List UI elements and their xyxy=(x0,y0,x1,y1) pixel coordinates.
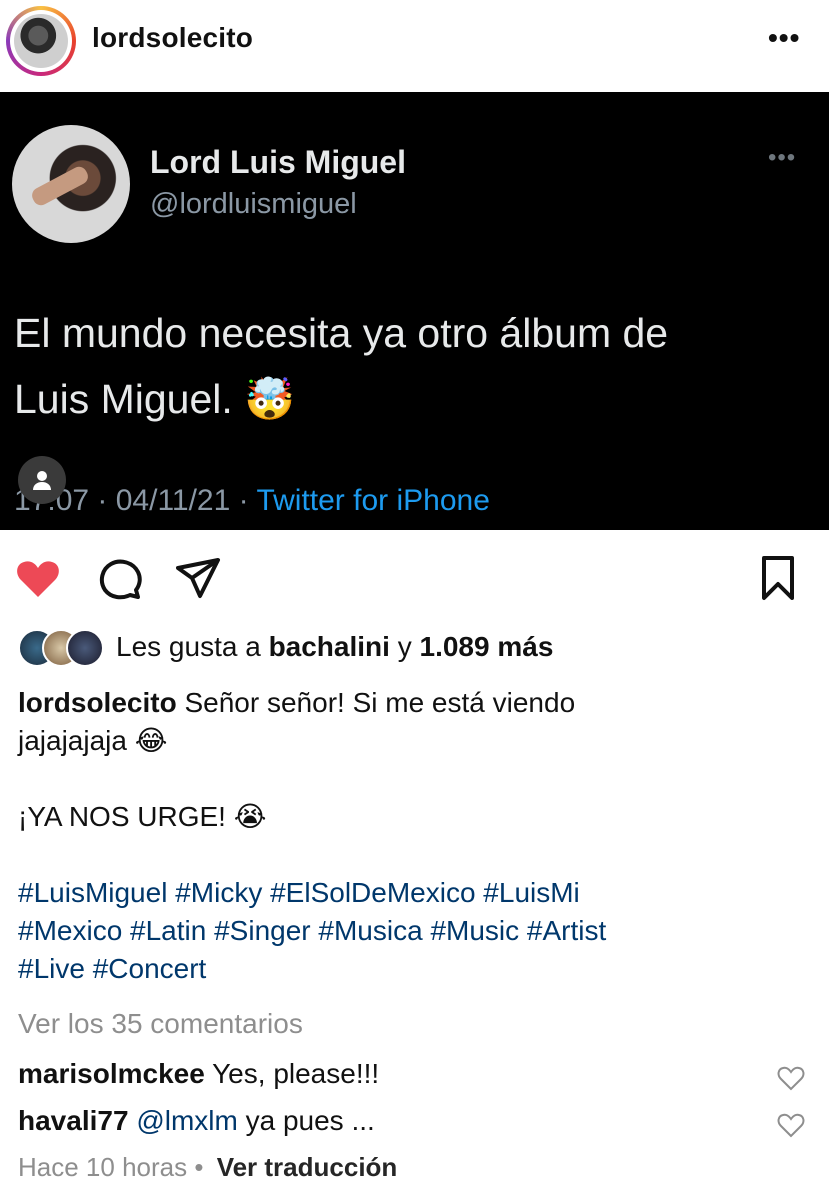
likes-count[interactable]: 1.089 más xyxy=(420,631,554,662)
post-author-username[interactable]: lordsolecito xyxy=(92,22,253,54)
post-footer: Hace 10 horas • Ver traducción xyxy=(18,1152,397,1183)
tweet-source: Twitter for iPhone xyxy=(256,484,490,517)
likes-text: Les gusta a bachalini y 1.089 más xyxy=(116,631,554,662)
view-all-comments-link[interactable]: Ver los 35 comentarios xyxy=(18,1008,303,1040)
post-header: lordsolecito ••• xyxy=(0,0,829,90)
tweet-date: 04/11/21 xyxy=(115,484,231,517)
tweet-more-icon: ••• xyxy=(768,144,797,171)
see-translation-link[interactable]: Ver traducción xyxy=(217,1152,398,1182)
comment-row: havali77 @lmxlm ya pues ... xyxy=(18,1105,813,1145)
tweet-text-line: Luis Miguel. 🤯 xyxy=(14,376,296,422)
profile-avatar[interactable] xyxy=(6,6,76,76)
comment-row: marisolmckee Yes, please!!! xyxy=(18,1058,813,1098)
caption-username[interactable]: lordsolecito xyxy=(18,687,177,718)
liker-username[interactable]: bachalini xyxy=(269,631,390,662)
tweet-text: El mundo necesita ya otro álbum de Luis … xyxy=(14,300,814,432)
comment-like-icon[interactable] xyxy=(777,1064,805,1092)
comment-text: Yes, please!!! xyxy=(212,1058,380,1089)
like-heart-icon[interactable] xyxy=(14,554,62,602)
liker-avatars xyxy=(18,629,108,667)
caption-text: Señor señor! Si me está viendo xyxy=(184,687,576,718)
share-icon[interactable] xyxy=(174,554,222,602)
tweet-handle: @lordluismiguel xyxy=(150,188,357,220)
hashtags-line[interactable]: #LuisMiguel #Micky #ElSolDeMexico #LuisM… xyxy=(18,874,813,912)
hashtags-line[interactable]: #Live #Concert xyxy=(18,950,813,988)
more-options-icon[interactable]: ••• xyxy=(768,22,800,54)
tweet-display-name: Lord Luis Miguel xyxy=(150,144,406,180)
tweet-meta: 17:07 · 04/11/21 · Twitter for iPhone xyxy=(14,484,490,518)
comment-username[interactable]: marisolmckee xyxy=(18,1058,205,1089)
comment-icon[interactable] xyxy=(96,554,144,602)
avatar xyxy=(66,629,104,667)
user-icon xyxy=(33,471,51,490)
action-bar xyxy=(0,548,829,608)
comment-mention[interactable]: @lmxlm xyxy=(136,1105,238,1136)
save-bookmark-icon[interactable] xyxy=(754,554,802,602)
post-timestamp: Hace 10 horas xyxy=(18,1152,188,1182)
tweet-text-line: El mundo necesita ya otro álbum de xyxy=(14,310,669,356)
likes-summary[interactable]: Les gusta a bachalini y 1.089 más xyxy=(18,626,553,668)
separator-dot: • xyxy=(194,1152,204,1182)
caption-text: jajajajaja 😂 xyxy=(18,725,168,756)
comment-username[interactable]: havali77 xyxy=(18,1105,129,1136)
hashtags-line[interactable]: #Mexico #Latin #Singer #Musica #Music #A… xyxy=(18,912,813,950)
post-caption: lordsolecito Señor señor! Si me está vie… xyxy=(18,684,813,988)
tweet-avatar xyxy=(12,125,130,243)
post-image[interactable]: Lord Luis Miguel @lordluismiguel ••• El … xyxy=(0,92,829,530)
comment-like-icon[interactable] xyxy=(777,1111,805,1139)
exploding-head-emoji: 🤯 xyxy=(244,376,296,422)
caption-text: ¡YA NOS URGE! 😭 xyxy=(18,801,267,832)
comment-text: ya pues ... xyxy=(245,1105,375,1136)
tagged-users-button[interactable] xyxy=(18,456,66,504)
